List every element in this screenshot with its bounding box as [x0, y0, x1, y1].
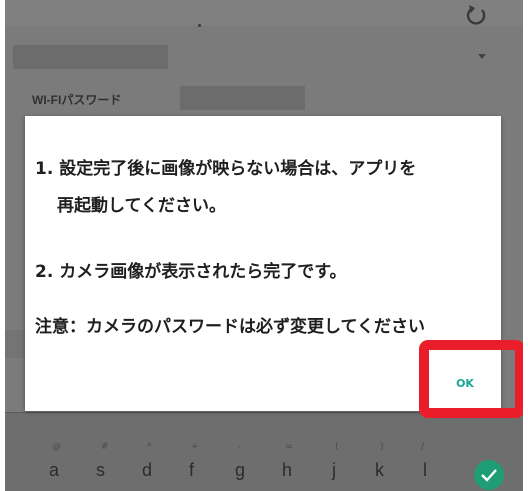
top-bar [5, 0, 523, 26]
keyboard-symbol: * [147, 442, 152, 452]
key-h[interactable]: h [282, 460, 292, 481]
keyboard-symbol: - [238, 442, 242, 452]
message-1-line-2: 再起動してください。 [57, 196, 226, 216]
enter-key[interactable] [474, 460, 504, 490]
note-text: 注意：カメラのパスワードは必ず変更してください [35, 317, 425, 337]
background-strip [5, 330, 27, 358]
wifi-password-field[interactable] [180, 86, 305, 110]
keyboard-symbol: + [191, 442, 199, 452]
keyboard-symbol: # [101, 442, 109, 452]
message-2: 2. カメラ画像が表示されたら完了です。 [35, 257, 347, 282]
message-1-line-1: 1. 設定完了後に画像が映らない場合は、アプリを [35, 154, 416, 179]
keyboard-symbol: ) [380, 442, 384, 452]
key-k[interactable]: k [375, 460, 384, 481]
key-l[interactable]: l [423, 460, 427, 481]
keyboard [5, 412, 523, 491]
dot-indicator [198, 24, 201, 27]
key-a[interactable]: a [49, 460, 59, 481]
app-screen: WI-FIパスワード @ # * + - = ( ) / a s d f g h… [5, 0, 523, 491]
message-2-number: 2. [35, 262, 54, 282]
message-1-text: 設定完了後に画像が映らない場合は、アプリを [59, 159, 417, 179]
keyboard-symbol: @ [52, 442, 61, 452]
message-2-text: カメラ画像が表示されたら完了です。 [59, 262, 347, 282]
key-g[interactable]: g [235, 460, 245, 481]
wifi-password-label: WI-FIパスワード [32, 93, 122, 107]
highlight-box [419, 340, 523, 418]
keyboard-symbol: = [285, 442, 293, 452]
key-f[interactable]: f [189, 460, 194, 481]
key-j[interactable]: j [332, 460, 336, 481]
dropdown-arrow-icon[interactable] [478, 54, 486, 59]
key-s[interactable]: s [96, 460, 105, 481]
refresh-icon[interactable] [463, 2, 489, 28]
ssid-field[interactable] [13, 45, 168, 69]
keyboard-symbol: / [421, 442, 425, 452]
message-1-number: 1. [35, 159, 54, 179]
keyboard-symbol: ( [335, 442, 339, 452]
key-d[interactable]: d [142, 460, 152, 481]
check-icon [481, 469, 497, 482]
